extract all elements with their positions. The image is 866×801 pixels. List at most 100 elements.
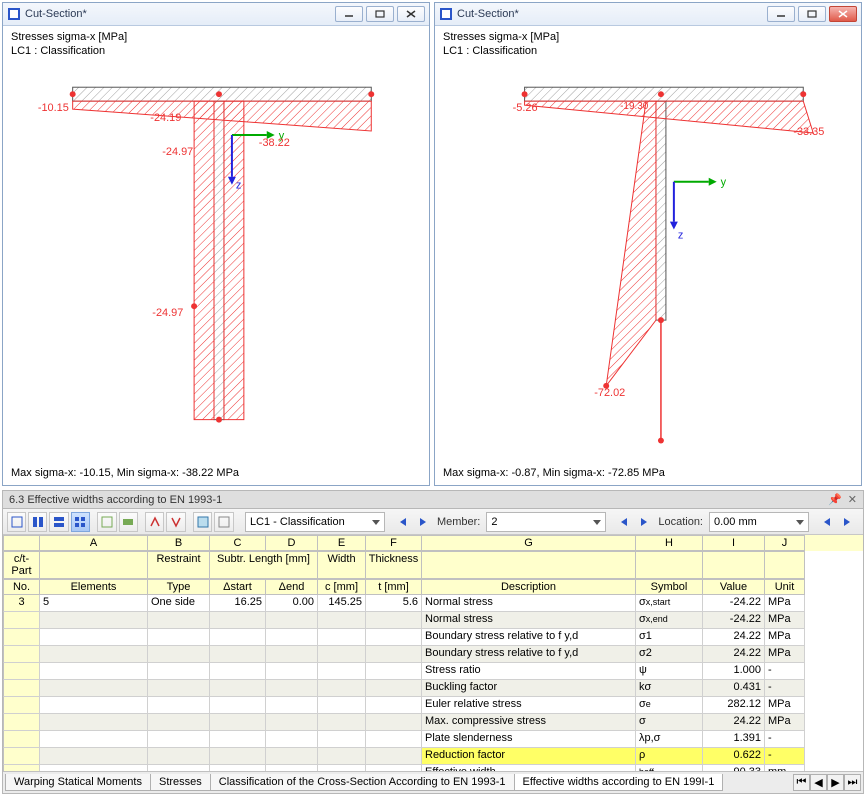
cell-value[interactable]: 1.391 [703,731,765,748]
cell-description[interactable]: Buckling factor [422,680,636,697]
cell[interactable] [210,731,266,748]
toolbar-btn-8[interactable] [166,512,185,532]
cell[interactable] [266,629,318,646]
member-combo[interactable]: 2 [482,512,610,532]
cell-unit[interactable]: MPa [765,612,805,629]
toolbar-btn-6[interactable] [119,512,138,532]
cell-value[interactable]: -24.22 [703,595,765,612]
minimize-button[interactable] [335,6,363,22]
titlebar[interactable]: Cut-Section* [3,3,429,26]
cell-value[interactable]: 24.22 [703,646,765,663]
cell-description[interactable]: Stress ratio [422,663,636,680]
cell[interactable] [266,731,318,748]
maximize-button[interactable] [798,6,826,22]
cell-description[interactable]: Plate slenderness [422,731,636,748]
toolbar-btn-3[interactable] [49,512,68,532]
scroll-prev-icon[interactable]: ◀ [810,774,827,791]
cell-unit[interactable]: MPa [765,646,805,663]
scroll-first-icon[interactable]: ⏮ [793,774,810,791]
cell-value[interactable]: 24.22 [703,629,765,646]
row-header[interactable] [3,697,40,714]
cell[interactable] [318,748,366,765]
cell-symbol[interactable]: λp,σ [636,731,703,748]
cell-unit[interactable]: - [765,663,805,680]
cell[interactable] [266,663,318,680]
maximize-button[interactable] [366,6,394,22]
cell-unit[interactable]: MPa [765,629,805,646]
cell[interactable] [318,646,366,663]
cell[interactable]: 145.25 [318,595,366,612]
row-header[interactable] [3,680,40,697]
cell-unit[interactable]: - [765,680,805,697]
cell-symbol[interactable]: σ [636,714,703,731]
next-location-button[interactable] [839,514,855,530]
cell[interactable] [366,714,422,731]
cell-value[interactable]: 24.22 [703,714,765,731]
cell[interactable] [40,629,148,646]
cell[interactable] [318,663,366,680]
spreadsheet[interactable]: A B C D E F G H I J c/t-Part Restraint S… [3,535,863,771]
cell[interactable] [210,680,266,697]
cell-description[interactable]: Boundary stress relative to f y,d [422,629,636,646]
cell[interactable] [210,646,266,663]
row-header[interactable] [3,612,40,629]
cell[interactable]: 0.00 [266,595,318,612]
cell-symbol[interactable]: kσ [636,680,703,697]
row-header[interactable] [3,646,40,663]
diagram-area[interactable]: Stresses sigma-x [MPa] LC1 : Classificat… [3,26,429,485]
tab-effective-widths[interactable]: Effective widths according to EN 199I-1 [514,774,724,791]
toolbar-btn-1[interactable] [7,512,26,532]
titlebar[interactable]: Cut-Section* [435,3,861,26]
next-member-button[interactable] [636,514,652,530]
cell[interactable] [366,697,422,714]
cell[interactable] [366,680,422,697]
pin-icon[interactable]: 📌 [828,493,842,506]
toolbar-btn-9[interactable] [193,512,212,532]
cell[interactable] [210,612,266,629]
cell[interactable] [148,748,210,765]
cell-description[interactable]: Euler relative stress [422,697,636,714]
cell[interactable] [266,646,318,663]
cell-value[interactable]: 0.431 [703,680,765,697]
minimize-button[interactable] [767,6,795,22]
cell[interactable] [40,731,148,748]
cell[interactable] [40,714,148,731]
cell[interactable] [148,646,210,663]
cell[interactable] [40,697,148,714]
cell[interactable] [40,612,148,629]
cell-value[interactable]: 282.12 [703,697,765,714]
toolbar-btn-2[interactable] [28,512,47,532]
cell[interactable] [148,731,210,748]
loadcase-combo[interactable]: LC1 - Classification [241,512,389,532]
panel-header[interactable]: 6.3 Effective widths according to EN 199… [3,491,863,509]
cell-unit[interactable]: MPa [765,697,805,714]
sheet-body[interactable]: 35One side16.250.00145.255.6Normal stres… [3,595,863,771]
cell[interactable] [210,629,266,646]
cell[interactable]: 5.6 [366,595,422,612]
cell[interactable] [318,612,366,629]
cell[interactable] [210,748,266,765]
scroll-next-icon[interactable]: ▶ [827,774,844,791]
toolbar-btn-5[interactable] [97,512,116,532]
prev-member-button[interactable] [616,514,632,530]
cell[interactable] [148,697,210,714]
cell-description[interactable]: Reduction factor [422,748,636,765]
cell[interactable] [266,680,318,697]
cell-unit[interactable]: - [765,731,805,748]
cell-unit[interactable]: - [765,748,805,765]
cell[interactable] [366,748,422,765]
cell-symbol[interactable]: ρ [636,748,703,765]
cell[interactable]: 16.25 [210,595,266,612]
cell-description[interactable]: Normal stress [422,595,636,612]
cell-symbol[interactable]: σx,start [636,595,703,612]
cell-description[interactable]: Max. compressive stress [422,714,636,731]
next-lc-button[interactable] [415,514,431,530]
cell-symbol[interactable]: σx,end [636,612,703,629]
close-icon[interactable]: ✕ [848,493,857,506]
cell[interactable] [148,663,210,680]
cell[interactable] [210,697,266,714]
cell[interactable] [366,646,422,663]
close-button[interactable] [397,6,425,22]
cell-unit[interactable]: MPa [765,595,805,612]
cell[interactable] [366,663,422,680]
